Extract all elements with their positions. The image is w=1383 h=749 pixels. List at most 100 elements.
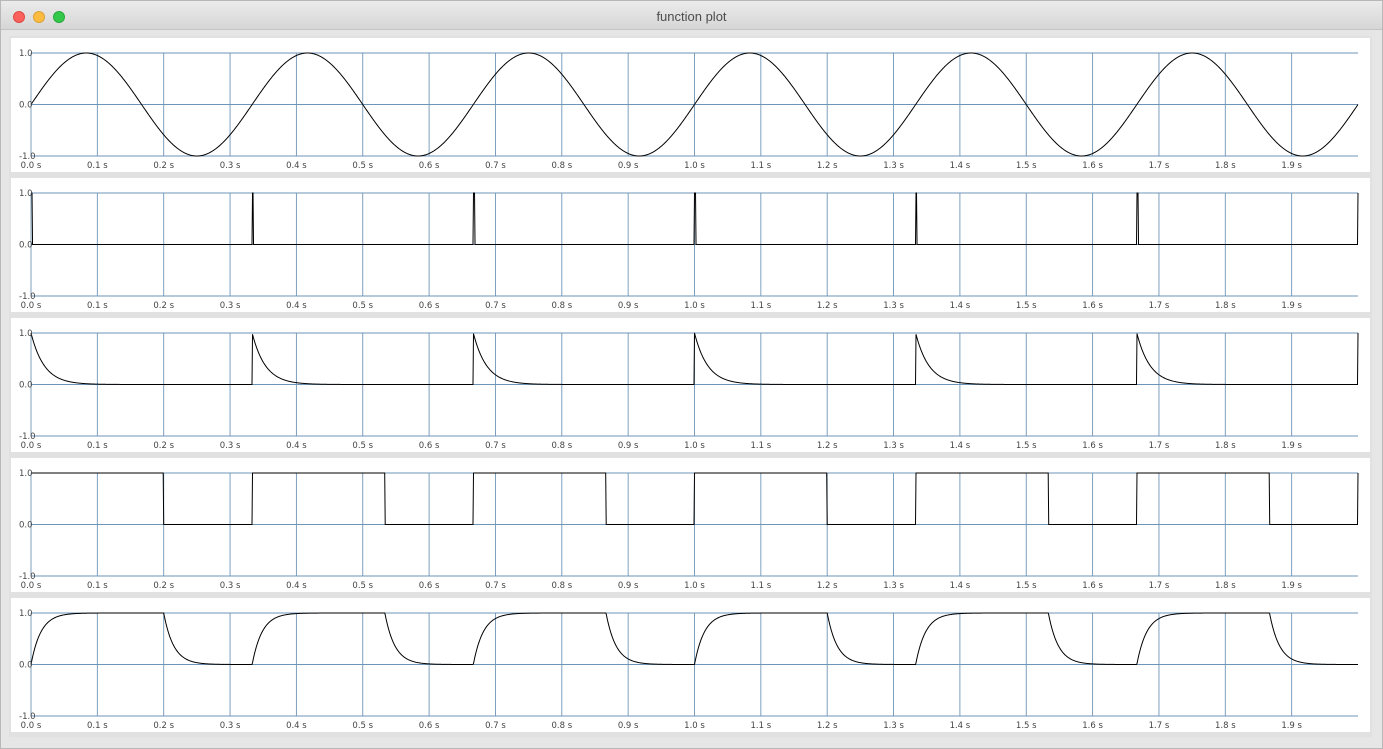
x-tick-label: 0.2 s xyxy=(153,581,174,591)
x-tick-label: 0.8 s xyxy=(551,161,572,171)
x-tick-label: 1.6 s xyxy=(1082,581,1103,591)
x-tick-label: 0.4 s xyxy=(286,301,307,311)
x-tick-label: 0.0 s xyxy=(21,721,42,731)
x-tick-label: 1.0 s xyxy=(684,721,705,731)
x-tick-label: 0.2 s xyxy=(153,161,174,171)
x-tick-label: 0.2 s xyxy=(153,721,174,731)
x-tick-label: 1.3 s xyxy=(883,581,904,591)
y-tick-label: 0.0 xyxy=(19,381,33,391)
x-tick-label: 0.9 s xyxy=(618,441,639,451)
x-tick-label: 0.4 s xyxy=(286,581,307,591)
x-tick-label: 0.3 s xyxy=(220,581,241,591)
plot-panel-3: 1.00.0-1.00.0 s 0.1 s 0.2 s 0.3 s 0.4 s 0.5 s… xyxy=(11,318,1370,452)
x-tick-label: 1.2 s xyxy=(817,581,838,591)
x-tick-label: 1.6 s xyxy=(1082,441,1103,451)
x-tick-label: 0.4 s xyxy=(286,721,307,731)
x-tick-label: 1.5 s xyxy=(1016,301,1037,311)
x-tick-label: 1.6 s xyxy=(1082,721,1103,731)
x-tick-label: 0.5 s xyxy=(352,441,373,451)
x-tick-label: 1.8 s xyxy=(1215,301,1236,311)
x-tick-label: 1.5 s xyxy=(1016,441,1037,451)
x-tick-label: 1.4 s xyxy=(950,161,971,171)
x-tick-label: 1.0 s xyxy=(684,161,705,171)
x-tick-label: 1.4 s xyxy=(950,721,971,731)
function-plots: 1.00.0-1.00.0 s 0.1 s 0.2 s 0.3 s 0.4 s 0.5 s… xyxy=(11,38,1370,732)
x-tick-label: 0.6 s xyxy=(419,581,440,591)
x-tick-label: 0.3 s xyxy=(220,441,241,451)
x-tick-label: 0.7 s xyxy=(485,441,506,451)
x-tick-label: 1.1 s xyxy=(751,581,772,591)
x-tick-label: 1.9 s xyxy=(1281,301,1302,311)
x-tick-label: 1.9 s xyxy=(1281,441,1302,451)
x-tick-label: 1.0 s xyxy=(684,441,705,451)
x-tick-label: 1.8 s xyxy=(1215,581,1236,591)
x-tick-label: 0.8 s xyxy=(551,301,572,311)
x-tick-label: 1.5 s xyxy=(1016,581,1037,591)
x-tick-label: 1.6 s xyxy=(1082,161,1103,171)
x-tick-label: 0.1 s xyxy=(87,161,108,171)
y-tick-label: 1.0 xyxy=(19,49,33,59)
y-tick-label: 1.0 xyxy=(19,189,33,199)
x-tick-label: 0.9 s xyxy=(618,581,639,591)
plot-panel-2: 1.00.0-1.00.0 s 0.1 s 0.2 s 0.3 s 0.4 s 0.5 s… xyxy=(11,178,1370,312)
x-tick-label: 1.1 s xyxy=(751,301,772,311)
x-tick-label: 1.0 s xyxy=(684,581,705,591)
x-tick-label: 1.7 s xyxy=(1149,301,1170,311)
x-tick-label: 0.3 s xyxy=(220,721,241,731)
x-tick-label: 0.4 s xyxy=(286,161,307,171)
x-tick-label: 1.6 s xyxy=(1082,301,1103,311)
plots-container: 1.0 0.0 -1.0 0.0 s 0.1 s 0.2 s 0.3 s 0.4 s 0.5 s… xyxy=(9,36,1372,737)
x-tick-label: 0.0 s xyxy=(21,301,42,311)
x-tick-label: 0.8 s xyxy=(551,581,572,591)
app-window: function plot 1.0 0.0 -1.0 0.0 s 0.1 s 0.2 s0… xyxy=(0,0,1383,749)
x-tick-label: 1.9 s xyxy=(1281,721,1302,731)
x-tick-label: 0.0 s xyxy=(21,581,42,591)
x-tick-label: 1.5 s xyxy=(1016,721,1037,731)
x-tick-label: 1.8 s xyxy=(1215,161,1236,171)
plot-panel-5: 1.00.0-1.00.0 s 0.1 s 0.2 s 0.3 s 0.4 s 0.5 s… xyxy=(11,598,1370,732)
x-tick-label: 1.7 s xyxy=(1149,161,1170,171)
x-tick-label: 1.3 s xyxy=(883,441,904,451)
x-tick-label: 0.2 s xyxy=(153,301,174,311)
x-tick-label: 1.1 s xyxy=(751,441,772,451)
x-tick-label: 0.5 s xyxy=(352,301,373,311)
x-tick-label: 1.2 s xyxy=(817,441,838,451)
x-tick-label: 0.4 s xyxy=(286,441,307,451)
plot-background xyxy=(11,598,1370,732)
x-tick-label: 1.2 s xyxy=(817,161,838,171)
y-tick-label: 0.0 xyxy=(19,241,33,251)
x-tick-label: 0.1 s xyxy=(87,301,108,311)
window-title: function plot xyxy=(656,9,727,24)
x-tick-label: 0.6 s xyxy=(419,161,440,171)
x-tick-label: 1.4 s xyxy=(950,581,971,591)
x-tick-label: 1.2 s xyxy=(817,301,838,311)
x-tick-label: 1.4 s xyxy=(950,441,971,451)
x-tick-label: 1.9 s xyxy=(1281,581,1302,591)
x-tick-label: 0.6 s xyxy=(419,301,440,311)
plot-background xyxy=(11,38,1370,172)
x-tick-label: 0.9 s xyxy=(618,721,639,731)
x-tick-label: 0.0 s xyxy=(21,441,42,451)
x-tick-label: 1.5 s xyxy=(1016,161,1037,171)
x-tick-label: 0.7 s xyxy=(485,721,506,731)
x-tick-label: 0.7 s xyxy=(485,161,506,171)
y-tick-label: 1.0 xyxy=(19,469,33,479)
x-tick-label: 1.3 s xyxy=(883,721,904,731)
x-tick-label: 1.7 s xyxy=(1149,581,1170,591)
y-tick-label: 0.0 xyxy=(19,661,33,671)
x-tick-label: 1.1 s xyxy=(751,161,772,171)
x-tick-label: 1.7 s xyxy=(1149,441,1170,451)
y-tick-label: 0.0 xyxy=(19,101,33,111)
y-tick-label: 1.0 xyxy=(19,329,33,339)
y-tick-label: 0.0 xyxy=(19,521,33,531)
x-tick-label: 1.7 s xyxy=(1149,721,1170,731)
x-tick-label: 0.6 s xyxy=(419,721,440,731)
y-tick-label: 1.0 xyxy=(19,609,33,619)
x-tick-label: 1.4 s xyxy=(950,301,971,311)
x-tick-label: 0.1 s xyxy=(87,441,108,451)
x-tick-label: 0.2 s xyxy=(153,441,174,451)
x-tick-label: 1.2 s xyxy=(817,721,838,731)
x-tick-label: 0.3 s xyxy=(220,301,241,311)
x-tick-label: 0.7 s xyxy=(485,581,506,591)
x-tick-label: 0.9 s xyxy=(618,301,639,311)
